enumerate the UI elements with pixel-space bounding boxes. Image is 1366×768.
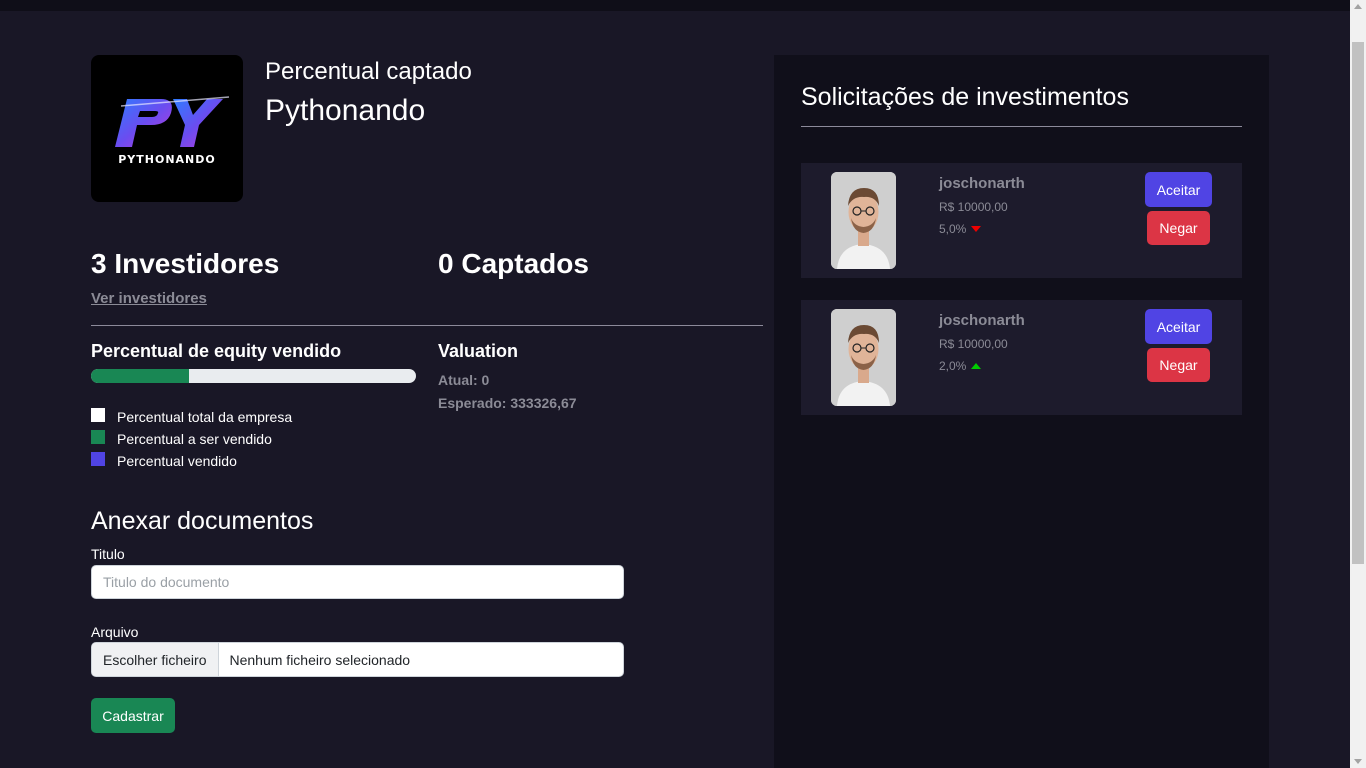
submit-button[interactable]: Cadastrar bbox=[91, 698, 175, 733]
scroll-up-icon[interactable] bbox=[1354, 4, 1362, 9]
investment-requests-panel: Solicitações de investimentos joschonart… bbox=[774, 55, 1269, 768]
file-status: Nenhum ficheiro selecionado bbox=[229, 651, 411, 668]
request-name: joschonarth bbox=[939, 312, 1025, 329]
company-name: Pythonando bbox=[265, 94, 426, 127]
company-subtitle: Percentual captado bbox=[265, 58, 472, 85]
legend-swatch-blue bbox=[91, 452, 105, 466]
vertical-scrollbar[interactable] bbox=[1350, 0, 1366, 768]
request-amount: R$ 10000,00 bbox=[939, 200, 1008, 214]
scroll-down-icon[interactable] bbox=[1354, 759, 1362, 764]
request-card: joschonarth R$ 10000,00 2,0% Aceitar Neg… bbox=[801, 300, 1242, 415]
request-percent: 5,0% bbox=[939, 222, 982, 236]
scrollbar-thumb[interactable] bbox=[1352, 42, 1364, 564]
avatar bbox=[831, 172, 896, 269]
request-percent-value: 2,0% bbox=[939, 359, 967, 373]
file-input[interactable]: Escolher ficheiro Nenhum ficheiro seleci… bbox=[91, 642, 624, 677]
legend-swatch-white bbox=[91, 408, 105, 422]
legend-label: Percentual vendido bbox=[117, 453, 237, 469]
equity-progress-bar bbox=[91, 369, 416, 383]
choose-file-button[interactable]: Escolher ficheiro bbox=[92, 643, 219, 676]
view-investors-link[interactable]: Ver investidores bbox=[91, 290, 207, 307]
title-field-label: Titulo bbox=[91, 546, 125, 562]
trend-down-icon bbox=[971, 226, 982, 232]
top-bar bbox=[0, 0, 1350, 11]
valuation-title: Valuation bbox=[438, 341, 519, 361]
deny-button[interactable]: Negar bbox=[1147, 211, 1210, 245]
trend-up-icon bbox=[971, 363, 982, 369]
valuation-expected: Esperado: 333326,67 bbox=[438, 395, 577, 411]
document-title-input[interactable] bbox=[91, 565, 624, 599]
legend-item-sold: Percentual vendido bbox=[91, 450, 292, 472]
legend-item-total: Percentual total da empresa bbox=[91, 406, 292, 428]
valuation-current: Atual: 0 bbox=[438, 372, 490, 388]
equity-progress-fill bbox=[91, 369, 189, 383]
raised-count: 0 Captados bbox=[438, 248, 589, 279]
avatar bbox=[831, 309, 896, 406]
logo-wordmark: PYTHONANDO bbox=[118, 153, 216, 166]
request-amount: R$ 10000,00 bbox=[939, 337, 1008, 351]
divider bbox=[91, 325, 763, 326]
legend-label: Percentual total da empresa bbox=[117, 409, 293, 425]
accept-button[interactable]: Aceitar bbox=[1145, 309, 1212, 344]
investors-count: 3 Investidores bbox=[91, 248, 280, 279]
request-name: joschonarth bbox=[939, 175, 1025, 192]
documents-title: Anexar documentos bbox=[91, 507, 314, 535]
request-percent: 2,0% bbox=[939, 359, 982, 373]
panel-title: Solicitações de investimentos bbox=[801, 83, 1129, 111]
accept-button[interactable]: Aceitar bbox=[1145, 172, 1212, 207]
legend-label: Percentual a ser vendido bbox=[117, 431, 272, 447]
panel-divider bbox=[801, 126, 1242, 127]
equity-legend: Percentual total da empresa Percentual a… bbox=[91, 406, 292, 472]
file-field-label: Arquivo bbox=[91, 624, 139, 640]
deny-button[interactable]: Negar bbox=[1147, 348, 1210, 382]
request-percent-value: 5,0% bbox=[939, 222, 967, 236]
company-logo: PYTHONANDO bbox=[91, 55, 243, 202]
legend-item-to-sell: Percentual a ser vendido bbox=[91, 428, 292, 450]
legend-swatch-green bbox=[91, 430, 105, 444]
equity-title: Percentual de equity vendido bbox=[91, 341, 342, 361]
request-card: joschonarth R$ 10000,00 5,0% Aceitar Neg… bbox=[801, 163, 1242, 278]
